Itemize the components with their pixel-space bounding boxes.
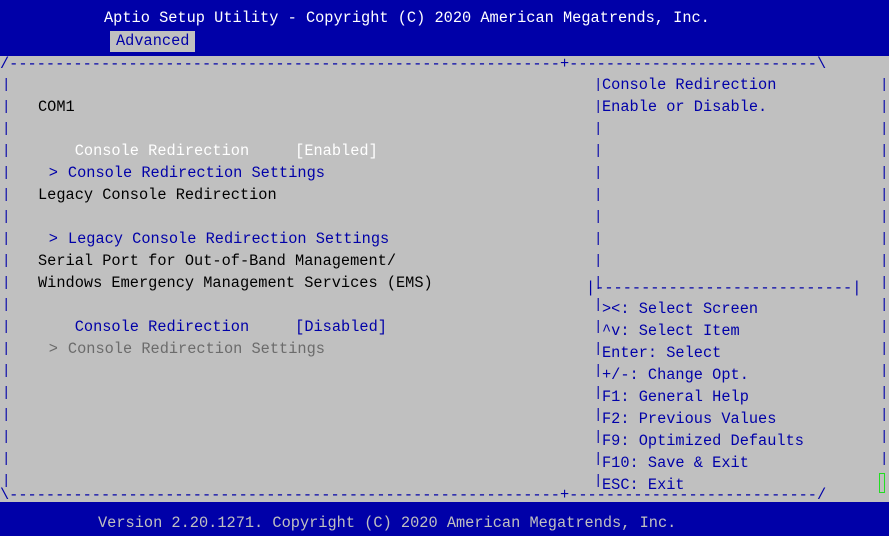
serial-port-heading-line1: Serial Port for Out-of-Band Management/: [38, 252, 397, 270]
key-hint-change-opt: +/-: Change Opt.: [602, 366, 749, 384]
serial-port-heading-line2: Windows Emergency Management Services (E…: [38, 274, 433, 292]
text-cursor-icon: [879, 473, 885, 493]
key-hint-optimized-defaults: F9: Optimized Defaults: [602, 432, 804, 450]
key-hint-enter: Enter: Select: [602, 344, 722, 362]
tab-advanced[interactable]: Advanced: [110, 31, 196, 52]
help-divider: |----------------------------|: [586, 279, 862, 297]
submenu-arrow-icon: >: [48, 340, 58, 358]
help-text-line2: Enable or Disable.: [602, 98, 768, 116]
key-hint-save-exit: F10: Save & Exit: [602, 454, 749, 472]
help-text-line1: Console Redirection: [602, 76, 777, 94]
key-hint-general-help: F1: General Help: [602, 388, 749, 406]
key-hint-select-screen: ><: Select Screen: [602, 300, 759, 318]
ems-console-settings-label: Console Redirection Settings: [67, 340, 325, 358]
submenu-arrow-icon: >: [48, 164, 58, 182]
console-redirection-settings-label: Console Redirection Settings: [67, 164, 325, 182]
com1-heading: COM1: [38, 98, 75, 116]
key-hint-previous-values: F2: Previous Values: [602, 410, 777, 428]
frame-right-border: | | | | | | | | | | | | | | | | | |: [880, 77, 889, 467]
status-bar: Version 2.20.1271. Copyright (C) 2020 Am…: [0, 502, 889, 536]
app-title: Aptio Setup Utility - Copyright (C) 2020…: [104, 9, 710, 27]
ems-console-settings-item: > Console Redirection Settings: [12, 316, 325, 382]
legacy-console-settings-label: Legacy Console Redirection Settings: [67, 230, 390, 248]
key-hint-select-item: ^v: Select Item: [602, 322, 740, 340]
key-hint-escape-exit: ESC: Exit: [602, 476, 685, 494]
version-footer: Version 2.20.1271. Copyright (C) 2020 Am…: [98, 514, 677, 532]
legacy-console-heading: Legacy Console Redirection: [38, 186, 277, 204]
frame-top-border: /---------------------------------------…: [0, 55, 827, 73]
bios-setup-screen: Aptio Setup Utility - Copyright (C) 2020…: [0, 0, 889, 536]
frame-left-border: | | | | | | | | | | | | | | | | | | |: [2, 77, 11, 489]
title-bar: Aptio Setup Utility - Copyright (C) 2020…: [0, 0, 889, 56]
submenu-arrow-icon: >: [48, 230, 58, 248]
